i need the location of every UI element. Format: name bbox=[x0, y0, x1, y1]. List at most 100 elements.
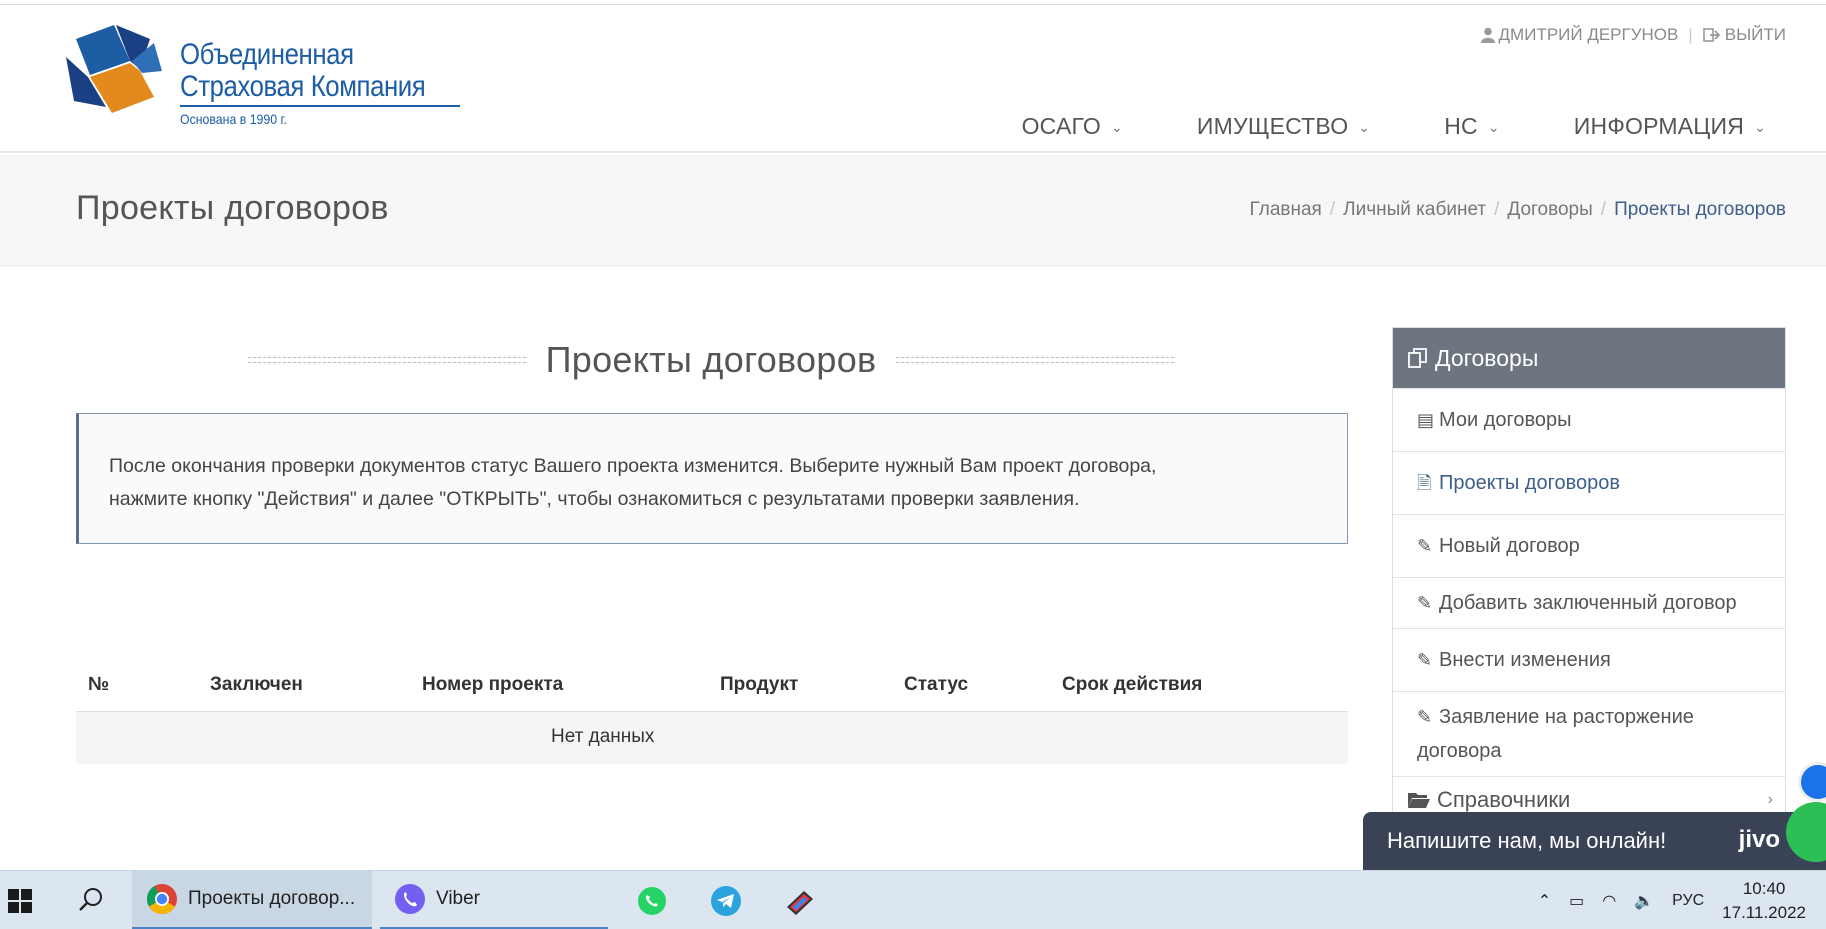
info-notice: После окончания проверки документов стат… bbox=[76, 413, 1348, 544]
chevron-down-icon: ⌄ bbox=[1110, 119, 1123, 135]
section-title: Проекты договоров bbox=[545, 339, 877, 380]
chat-widget-text: Напишите нам, мы онлайн! bbox=[1387, 828, 1667, 853]
telegram-icon[interactable] bbox=[710, 885, 742, 917]
breadcrumb-home[interactable]: Главная bbox=[1250, 199, 1322, 221]
user-name: ДМИТРИЙ ДЕРГУНОВ bbox=[1498, 25, 1679, 44]
volume-icon[interactable]: 🔈 bbox=[1634, 891, 1654, 911]
table-empty-row: Нет данных bbox=[76, 712, 1348, 764]
logout-icon bbox=[1702, 28, 1721, 42]
nav-property-label: ИМУЩЕСТВО bbox=[1196, 113, 1349, 139]
nav-osago[interactable]: ОСАГО ⌄ bbox=[1022, 113, 1123, 140]
breadcrumb-contracts[interactable]: Договоры bbox=[1507, 199, 1592, 221]
logo-line1: Объединенная bbox=[180, 38, 354, 71]
logout-label: ВЫЙТИ bbox=[1724, 25, 1786, 44]
user-bar: ДМИТРИЙ ДЕРГУНОВ | ВЫЙТИ bbox=[1480, 25, 1786, 45]
copy-icon bbox=[1408, 348, 1427, 368]
col-number[interactable]: № bbox=[88, 674, 109, 696]
sidebar-item-label: Внести изменения bbox=[1439, 649, 1611, 671]
sidebar-item-termination[interactable]: ✎ Заявление на расторжение договора bbox=[1393, 691, 1785, 776]
nav-property[interactable]: ИМУЩЕСТВО ⌄ bbox=[1197, 113, 1370, 140]
col-project-number[interactable]: Номер проекта bbox=[422, 674, 563, 696]
breadcrumb-separator: / bbox=[1600, 199, 1607, 220]
sidebar-item-contract-projects[interactable]: 🗎 Проекты договоров bbox=[1393, 451, 1785, 514]
system-tray: ⌃ ▭ ◠ 🔈 РУС 10:40 17.11.2022 bbox=[1538, 871, 1806, 929]
page-title-band: Проекты договоров Главная / Личный кабин… bbox=[0, 155, 1826, 266]
logo-line2: Страховая Компания bbox=[180, 70, 426, 103]
sidebar-item-new-contract[interactable]: ✎ Новый договор bbox=[1393, 514, 1785, 577]
chevron-right-icon: › bbox=[1767, 791, 1773, 808]
section-heading: Проекты договоров bbox=[248, 336, 1175, 384]
sidebar-item-add-concluded[interactable]: ✎ Добавить заключенный договор bbox=[1393, 577, 1785, 628]
taskbar-viber[interactable]: Viber bbox=[380, 871, 608, 929]
site-header: Объединенная Страховая Компания Основана… bbox=[0, 5, 1826, 153]
breadcrumb: Главная / Личный кабинет / Договоры / Пр… bbox=[1250, 199, 1786, 221]
clock[interactable]: 10:40 17.11.2022 bbox=[1722, 877, 1806, 925]
nav-osago-label: ОСАГО bbox=[1021, 113, 1101, 139]
logo-rule bbox=[180, 105, 460, 107]
edit-icon: ✎ bbox=[1417, 707, 1433, 727]
sidebar-item-label: Заявление на расторжение договора bbox=[1417, 706, 1694, 762]
company-logo[interactable]: Объединенная Страховая Компания Основана… bbox=[66, 21, 486, 131]
logo-tagline: Основана в 1990 г. bbox=[180, 111, 287, 127]
heading-divider-left bbox=[248, 357, 526, 363]
folder-open-icon bbox=[1408, 792, 1430, 808]
userbar-separator: | bbox=[1688, 25, 1693, 44]
logo-emblem-icon bbox=[66, 25, 162, 113]
sidebar-item-label: Добавить заключенный договор bbox=[1439, 592, 1737, 614]
windows-start-icon[interactable] bbox=[8, 889, 32, 913]
col-validity[interactable]: Срок действия bbox=[1062, 674, 1202, 696]
projects-table: № Заключен Номер проекта Продукт Статус … bbox=[76, 660, 1348, 764]
col-status[interactable]: Статус bbox=[904, 674, 968, 696]
logout-link[interactable]: ВЫЙТИ bbox=[1702, 25, 1786, 45]
chrome-icon bbox=[146, 884, 177, 915]
viber-icon bbox=[395, 884, 425, 914]
clock-time: 10:40 bbox=[1742, 878, 1786, 898]
word-file-icon: 🗎 bbox=[1417, 473, 1432, 493]
col-concluded[interactable]: Заключен bbox=[210, 674, 303, 696]
page-title: Проекты договоров bbox=[76, 189, 389, 227]
clock-date: 17.11.2022 bbox=[1722, 902, 1806, 922]
user-icon bbox=[1480, 27, 1495, 43]
chevron-down-icon: ⌄ bbox=[1754, 119, 1766, 135]
contracts-sidebar: Договоры ▤ Мои договоры 🗎 Проекты договоро… bbox=[1392, 327, 1786, 823]
scanner-icon[interactable] bbox=[784, 885, 816, 917]
breadcrumb-separator: / bbox=[1329, 199, 1336, 220]
user-profile-link[interactable]: ДМИТРИЙ ДЕРГУНОВ bbox=[1480, 25, 1679, 45]
wifi-icon[interactable]: ◠ bbox=[1602, 891, 1616, 911]
nav-ns[interactable]: НС ⌄ bbox=[1444, 113, 1500, 140]
nav-ns-label: НС bbox=[1444, 113, 1478, 139]
edit-icon: ✎ bbox=[1417, 650, 1433, 670]
chrome-tab-label: Проекты договор... bbox=[188, 888, 356, 909]
chat-widget[interactable]: Напишите нам, мы онлайн! jivo bbox=[1363, 802, 1826, 870]
empty-message: Нет данных bbox=[551, 726, 655, 747]
main-nav: ОСАГО ⌄ ИМУЩЕСТВО ⌄ НС ⌄ ИНФОРМАЦИЯ ⌄ bbox=[948, 113, 1766, 140]
tray-chevron-up-icon[interactable]: ⌃ bbox=[1538, 891, 1551, 911]
table-header: № Заключен Номер проекта Продукт Статус … bbox=[76, 660, 1348, 712]
breadcrumb-current: Проекты договоров bbox=[1614, 199, 1786, 220]
nav-info[interactable]: ИНФОРМАЦИЯ ⌄ bbox=[1574, 113, 1766, 140]
edit-icon: ✎ bbox=[1417, 593, 1433, 613]
chevron-down-icon: ⌄ bbox=[1487, 119, 1500, 135]
search-icon[interactable] bbox=[78, 887, 104, 913]
battery-icon[interactable]: ▭ bbox=[1569, 891, 1584, 911]
whatsapp-icon[interactable] bbox=[636, 885, 668, 917]
jivo-brand: jivo bbox=[1738, 826, 1780, 853]
sidebar-more-label: Справочники bbox=[1437, 786, 1571, 812]
taskbar-chrome[interactable]: Проекты договор... bbox=[132, 871, 372, 929]
chat-bubble-icon[interactable] bbox=[1786, 802, 1826, 862]
viber-label: Viber bbox=[436, 888, 481, 909]
nav-info-label: ИНФОРМАЦИЯ bbox=[1573, 113, 1745, 139]
sidebar-title: Договоры bbox=[1435, 344, 1539, 371]
input-language[interactable]: РУС bbox=[1672, 892, 1704, 910]
sidebar-item-my-contracts[interactable]: ▤ Мои договоры bbox=[1393, 388, 1785, 451]
notice-line2: нажмите кнопку "Действия" и далее "ОТКРЫ… bbox=[109, 488, 1080, 510]
heading-divider-right bbox=[896, 357, 1175, 363]
sidebar-header[interactable]: Договоры bbox=[1393, 328, 1785, 388]
edit-icon: ✎ bbox=[1417, 536, 1433, 556]
breadcrumb-cabinet[interactable]: Личный кабинет bbox=[1343, 199, 1486, 221]
col-product[interactable]: Продукт bbox=[720, 674, 798, 696]
side-widget-icon[interactable] bbox=[1798, 762, 1826, 802]
sidebar-item-make-changes[interactable]: ✎ Внести изменения bbox=[1393, 628, 1785, 691]
sidebar-item-label: Мои договоры bbox=[1439, 409, 1572, 431]
sidebar-item-label: Новый договор bbox=[1439, 535, 1580, 557]
